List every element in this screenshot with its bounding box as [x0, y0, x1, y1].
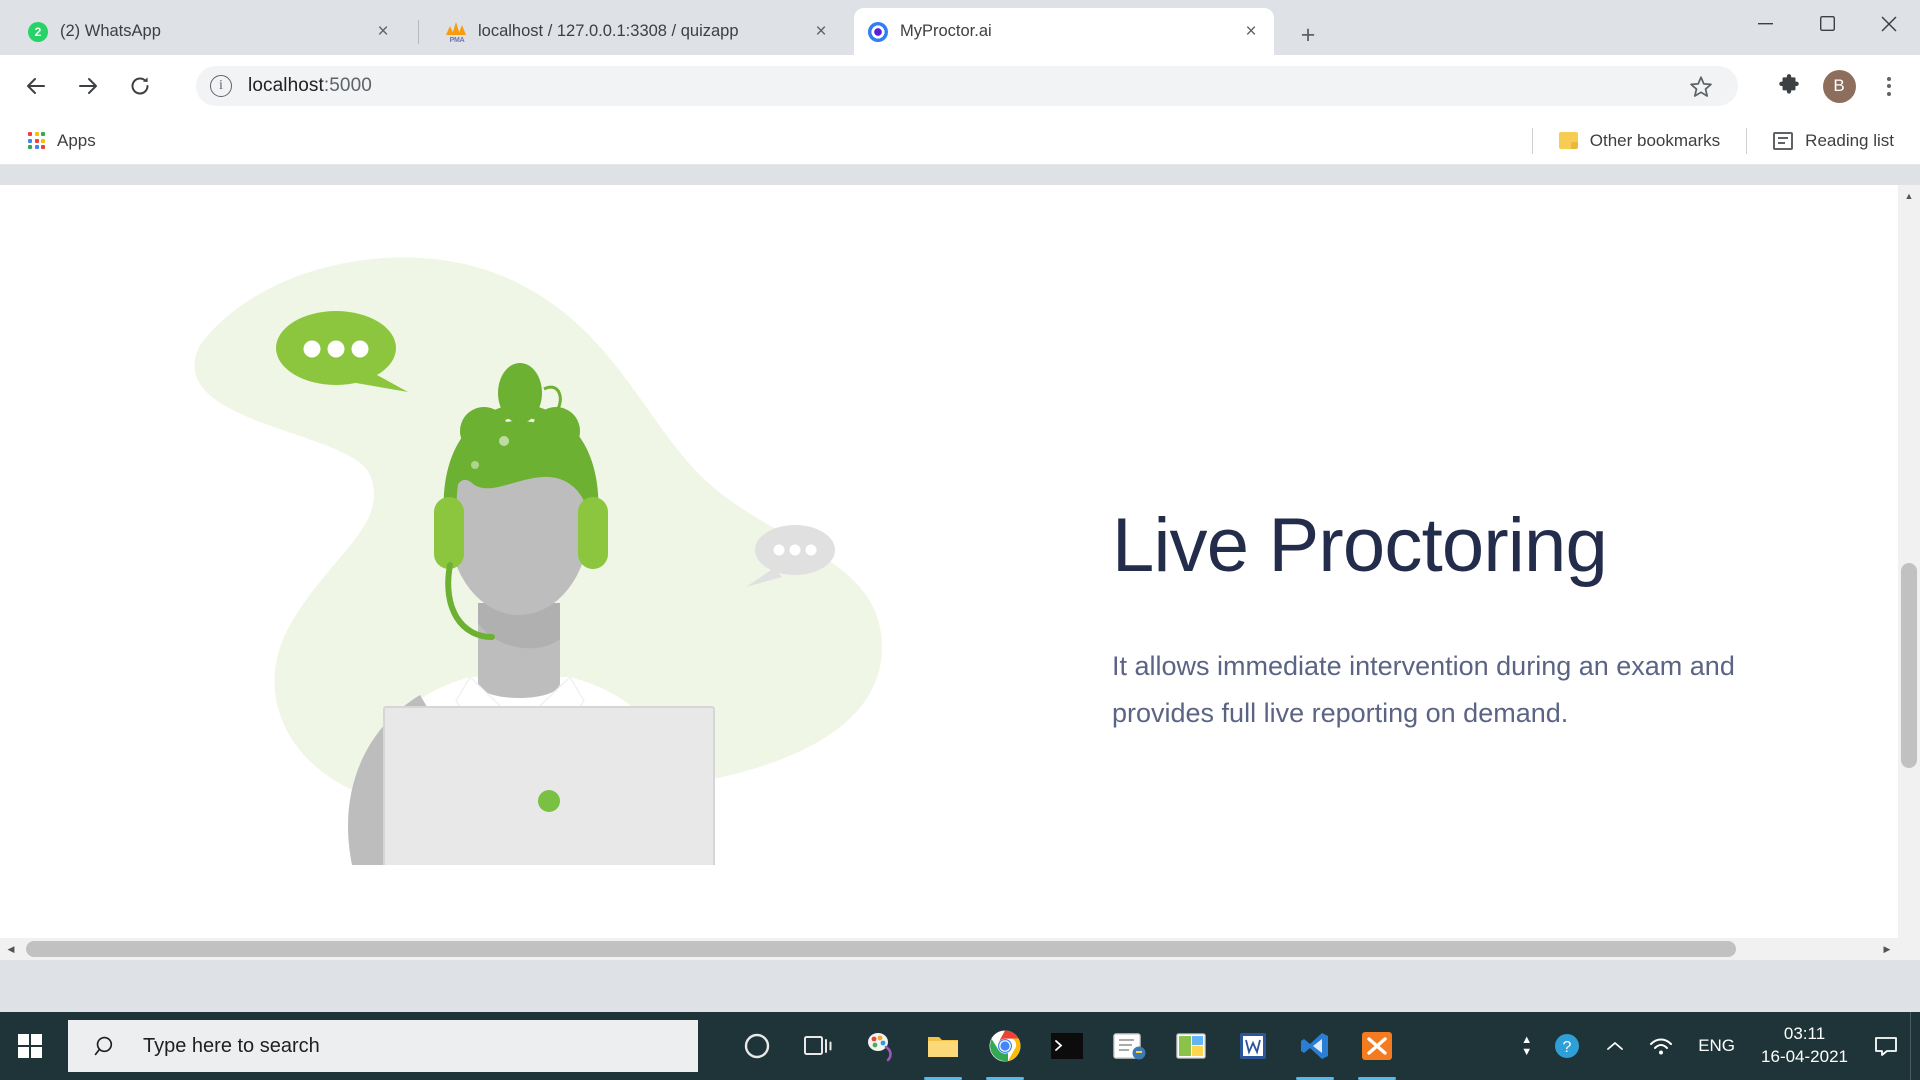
svg-text:?: ?: [1563, 1039, 1572, 1056]
bookmark-apps-button[interactable]: Apps: [18, 125, 106, 157]
url-host: localhost: [248, 75, 324, 96]
browser-window: 2 (2) WhatsApp × PMA localhost / 127.0.0…: [0, 0, 1920, 1012]
cortana-icon[interactable]: [726, 1012, 788, 1080]
start-button[interactable]: [0, 1012, 60, 1080]
paint-3d-icon[interactable]: [850, 1012, 912, 1080]
tab-title: MyProctor.ai: [900, 22, 1232, 41]
hero-section: Live Proctoring It allows immediate inte…: [0, 185, 1898, 935]
other-bookmarks-label: Other bookmarks: [1590, 131, 1720, 151]
show-desktop-button[interactable]: [1910, 1012, 1920, 1080]
live-proctoring-illustration: [140, 225, 900, 865]
windows-taskbar: Type here to search: [0, 1012, 1920, 1080]
phpmyadmin-icon: PMA: [446, 22, 466, 42]
extensions-icon[interactable]: [1766, 63, 1812, 109]
bookmarks-divider: [1532, 128, 1533, 154]
kebab-menu-icon: [1887, 77, 1891, 96]
hero-copy: Live Proctoring It allows immediate inte…: [1112, 505, 1812, 736]
taskbar-search-input[interactable]: Type here to search: [68, 1020, 698, 1072]
reload-button[interactable]: [118, 64, 162, 108]
browser-toolbar: i localhost:5000 B: [0, 55, 1920, 117]
taskbar-clock[interactable]: 03:11 16-04-2021: [1747, 1023, 1862, 1069]
reading-list-button[interactable]: Reading list: [1763, 125, 1904, 157]
clock-time: 03:11: [1761, 1023, 1848, 1046]
address-bar[interactable]: i localhost:5000: [196, 66, 1738, 106]
task-view-icon[interactable]: [788, 1012, 850, 1080]
close-button[interactable]: [1858, 0, 1920, 47]
myproctor-icon: [868, 22, 888, 42]
bookmark-apps-label: Apps: [57, 131, 96, 151]
tab-separator: [418, 20, 419, 44]
language-indicator[interactable]: ENG: [1686, 1036, 1747, 1056]
web-page: Live Proctoring It allows immediate inte…: [0, 185, 1898, 960]
minimize-button[interactable]: [1734, 0, 1796, 47]
horizontal-scroll-thumb[interactable]: [26, 941, 1736, 957]
tab-title: localhost / 127.0.0.1:3308 / quizapp: [478, 22, 802, 41]
bookmark-star-icon[interactable]: [1688, 74, 1714, 100]
file-explorer-icon[interactable]: [912, 1012, 974, 1080]
bookmarks-divider-2: [1746, 128, 1747, 154]
browser-tab-phpmyadmin[interactable]: PMA localhost / 127.0.0.1:3308 / quizapp…: [432, 8, 844, 55]
scroll-right-arrow[interactable]: ▶: [1876, 938, 1898, 960]
tab-strip: 2 (2) WhatsApp × PMA localhost / 127.0.0…: [0, 0, 1920, 55]
bookmarks-right-group: Other bookmarks Reading list: [1516, 125, 1904, 157]
excel-icon[interactable]: [1160, 1012, 1222, 1080]
page-viewport: Live Proctoring It allows immediate inte…: [0, 185, 1920, 960]
browser-tab-myproctor[interactable]: MyProctor.ai ×: [854, 8, 1274, 55]
page-title: Live Proctoring: [1112, 505, 1812, 587]
whatsapp-icon: 2: [28, 22, 48, 42]
tray-scroll-arrows[interactable]: ▲▼: [1521, 1012, 1540, 1080]
maximize-button[interactable]: [1796, 0, 1858, 47]
notifications-icon[interactable]: [1862, 1012, 1910, 1080]
new-tab-button[interactable]: +: [1293, 20, 1323, 50]
tab-close-button[interactable]: ×: [1238, 19, 1264, 45]
folder-icon: [1559, 132, 1578, 149]
bookmarks-bar: Apps Other bookmarks Reading list: [0, 117, 1920, 165]
toolbar-right-actions: B: [1766, 63, 1912, 109]
site-info-icon[interactable]: i: [210, 75, 232, 97]
word-icon[interactable]: [1222, 1012, 1284, 1080]
wifi-icon[interactable]: [1636, 1012, 1686, 1080]
monitor: [384, 707, 714, 865]
tray-chevron-up-icon[interactable]: [1594, 1012, 1636, 1080]
system-tray: ▲▼ ? ENG 03:11 16-04-2021: [1521, 1012, 1920, 1080]
window-controls: [1734, 0, 1920, 47]
apps-grid-icon: [28, 132, 45, 149]
reading-list-label: Reading list: [1805, 131, 1894, 151]
url-port: :5000: [324, 75, 372, 96]
scroll-left-arrow[interactable]: ◀: [0, 938, 22, 960]
search-placeholder: Type here to search: [143, 1035, 320, 1058]
other-bookmarks-button[interactable]: Other bookmarks: [1549, 125, 1730, 157]
vertical-scroll-thumb[interactable]: [1901, 563, 1917, 768]
xampp-icon[interactable]: [1346, 1012, 1408, 1080]
scroll-up-arrow[interactable]: ▲: [1898, 185, 1920, 207]
help-icon[interactable]: ?: [1540, 1012, 1594, 1080]
horizontal-scrollbar[interactable]: ◀ ▶: [0, 938, 1898, 960]
browser-menu-button[interactable]: [1866, 63, 1912, 109]
vertical-scrollbar[interactable]: ▲ ▼: [1898, 185, 1920, 960]
scrollbar-corner: [1898, 938, 1920, 960]
windows-start-icon: [18, 1034, 43, 1059]
tab-close-button[interactable]: ×: [370, 19, 396, 45]
terminal-icon[interactable]: [1036, 1012, 1098, 1080]
browser-tab-whatsapp[interactable]: 2 (2) WhatsApp ×: [14, 8, 406, 55]
google-chrome-icon[interactable]: [974, 1012, 1036, 1080]
reading-list-icon: [1773, 132, 1793, 150]
tab-title: (2) WhatsApp: [60, 22, 364, 41]
clock-date: 16-04-2021: [1761, 1046, 1848, 1069]
search-icon: [94, 1034, 119, 1059]
avatar: B: [1823, 70, 1856, 103]
url-text: localhost:5000: [248, 75, 372, 97]
profile-avatar[interactable]: B: [1816, 63, 1862, 109]
taskbar-items: [726, 1012, 1408, 1080]
page-description: It allows immediate intervention during …: [1112, 643, 1772, 736]
vscode-icon[interactable]: [1284, 1012, 1346, 1080]
tab-close-button[interactable]: ×: [808, 19, 834, 45]
python-icon[interactable]: [1098, 1012, 1160, 1080]
back-button[interactable]: [14, 64, 58, 108]
forward-button[interactable]: [66, 64, 110, 108]
